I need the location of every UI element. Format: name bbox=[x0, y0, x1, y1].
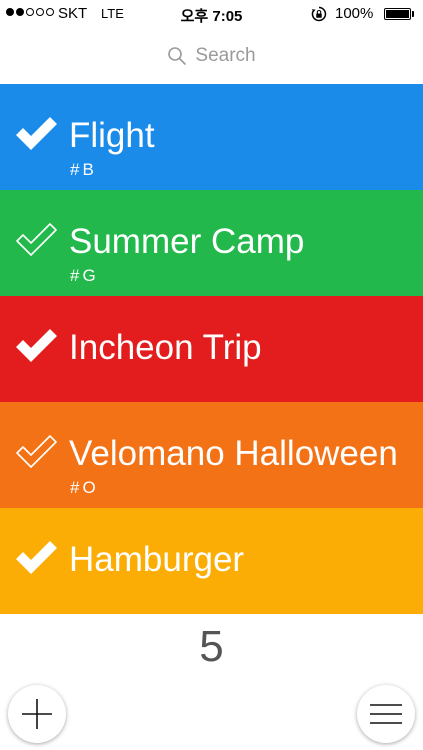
list-item[interactable]: Velomano Halloween #O bbox=[0, 402, 423, 508]
status-bar: SKT LTE 오후 7:05 100% bbox=[0, 0, 423, 30]
checkmark-outline-icon[interactable] bbox=[14, 434, 58, 470]
list-collection: Flight #B Summer Camp #G Incheon Trip Veloman… bbox=[0, 84, 423, 614]
search-bar[interactable]: Search bbox=[0, 40, 423, 72]
battery-tip bbox=[412, 11, 414, 17]
rotation-lock-icon bbox=[311, 6, 327, 22]
checkmark-outline-icon[interactable] bbox=[14, 222, 58, 258]
menu-button[interactable] bbox=[357, 685, 415, 743]
list-tag: #G bbox=[70, 266, 99, 285]
list-title: Summer Camp bbox=[69, 222, 305, 261]
list-tag: #B bbox=[70, 160, 97, 179]
list-item[interactable]: Flight #B bbox=[0, 84, 423, 190]
search-icon bbox=[168, 47, 187, 65]
list-title: Velomano Halloween bbox=[69, 434, 398, 473]
add-list-button[interactable] bbox=[8, 685, 66, 743]
list-title: Incheon Trip bbox=[69, 328, 262, 367]
checkmark-filled-icon[interactable] bbox=[14, 540, 58, 576]
checkmark-filled-icon[interactable] bbox=[14, 328, 58, 364]
search-placeholder: Search bbox=[195, 45, 256, 66]
checkmark-filled-icon[interactable] bbox=[14, 116, 58, 152]
battery-icon bbox=[384, 8, 411, 20]
battery-percentage: 100% bbox=[335, 5, 374, 22]
list-count: 5 bbox=[199, 622, 224, 671]
plus-icon bbox=[22, 699, 52, 729]
list-title: Hamburger bbox=[69, 540, 245, 579]
hamburger-menu-icon bbox=[370, 704, 402, 724]
list-title: Flight bbox=[69, 116, 155, 155]
list-item[interactable]: Hamburger bbox=[0, 508, 423, 614]
list-tag: #O bbox=[70, 478, 99, 497]
list-item[interactable]: Incheon Trip bbox=[0, 296, 423, 402]
list-item[interactable]: Summer Camp #G bbox=[0, 190, 423, 296]
